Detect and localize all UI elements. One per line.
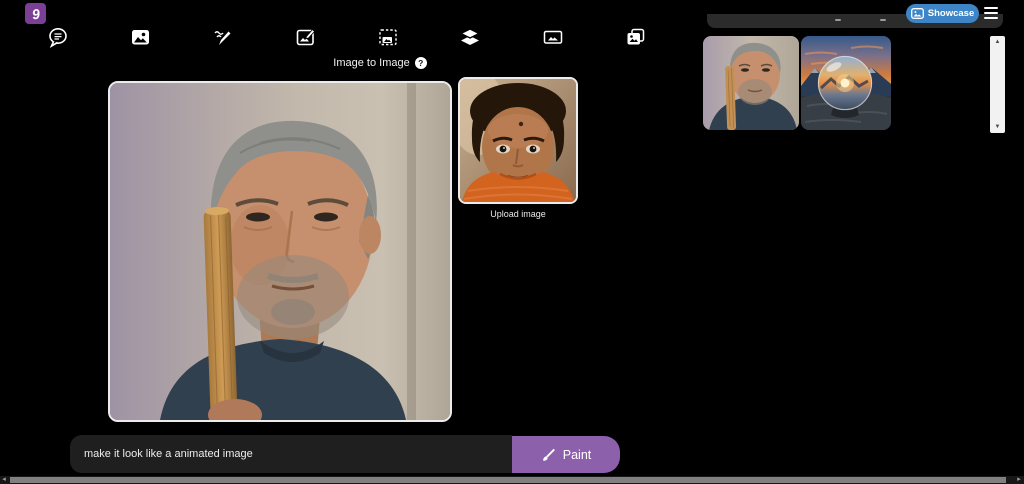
toolbar-selection-tool[interactable] bbox=[376, 25, 400, 49]
photo-edit-icon bbox=[296, 28, 316, 46]
photo-icon bbox=[132, 30, 149, 45]
showcase-button[interactable]: Showcase bbox=[906, 4, 979, 23]
photo-selection-icon bbox=[379, 29, 397, 46]
framed-photo-icon bbox=[543, 30, 563, 44]
toolbar-image-to-image-tool[interactable] bbox=[293, 25, 317, 49]
section-title-row: Image to Image ? bbox=[280, 57, 480, 69]
toolbar-text-to-image-tool[interactable] bbox=[128, 25, 152, 49]
page-title: Image to Image bbox=[333, 57, 410, 69]
app-logo[interactable]: 9 bbox=[25, 3, 46, 24]
photo-stack-icon bbox=[627, 28, 645, 45]
scroll-right-icon[interactable]: ▸ bbox=[1015, 476, 1023, 484]
hamburger-menu-icon[interactable] bbox=[984, 7, 998, 19]
panel-bar-mark bbox=[835, 19, 841, 21]
scroll-up-icon[interactable]: ▲ bbox=[990, 37, 1005, 47]
toolbar-sketch-tool[interactable] bbox=[210, 25, 234, 49]
toolbar-layers-tool[interactable] bbox=[458, 25, 482, 49]
paint-button[interactable]: Paint bbox=[512, 436, 620, 473]
source-image bbox=[108, 81, 452, 422]
prompt-input[interactable] bbox=[70, 435, 512, 473]
layers-icon bbox=[459, 28, 481, 45]
child-portrait-image bbox=[460, 79, 576, 202]
app-logo-glyph: 9 bbox=[30, 5, 41, 22]
paint-button-label: Paint bbox=[562, 447, 592, 462]
speech-bubble-icon bbox=[49, 28, 67, 48]
paint-brush-icon bbox=[542, 448, 555, 461]
panel-bar-mark bbox=[880, 19, 886, 21]
horizontal-scrollbar-thumb[interactable] bbox=[10, 477, 1006, 483]
showcase-image-icon bbox=[910, 8, 924, 19]
toolbar-chat-tool[interactable] bbox=[46, 25, 70, 49]
scroll-down-icon[interactable]: ▼ bbox=[990, 122, 1005, 132]
upload-image-label: Upload image bbox=[490, 209, 546, 219]
gallery-scrollbar[interactable]: ▲ ▼ bbox=[990, 36, 1005, 133]
gallery-thumbnail-crystal-ball[interactable] bbox=[801, 36, 891, 130]
scribble-pen-icon bbox=[214, 31, 231, 45]
toolbar-gallery-tool[interactable] bbox=[623, 25, 647, 49]
help-icon[interactable]: ? bbox=[414, 57, 427, 69]
toolbar-frame-tool[interactable] bbox=[541, 25, 565, 49]
showcase-button-label: Showcase bbox=[927, 8, 975, 19]
scroll-left-icon[interactable]: ◂ bbox=[0, 476, 8, 484]
upload-image-slot[interactable] bbox=[458, 77, 578, 204]
man-portrait-image bbox=[110, 83, 450, 420]
gallery-thumbnail-man[interactable] bbox=[703, 36, 799, 130]
